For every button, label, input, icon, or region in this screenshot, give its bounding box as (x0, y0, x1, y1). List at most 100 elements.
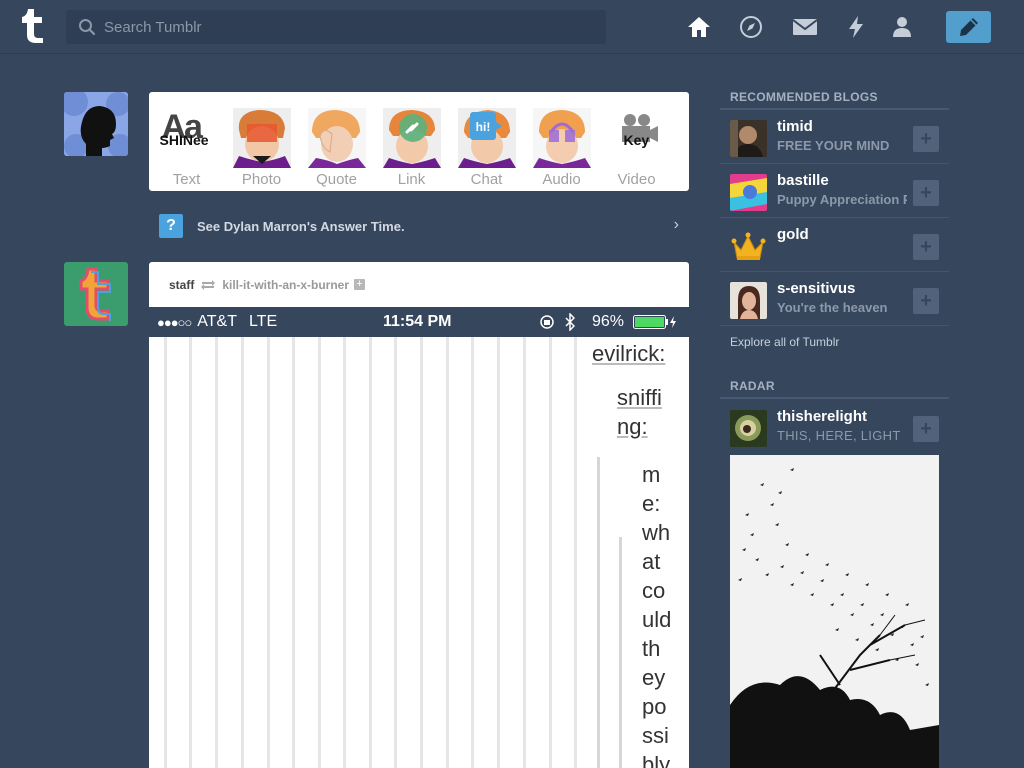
thread-text: co (642, 578, 666, 603)
reblog-icon (201, 279, 216, 290)
blog-avatar[interactable] (730, 174, 767, 211)
thread-username: ng: (617, 414, 648, 439)
blog-avatar[interactable] (730, 410, 767, 447)
thread-text: po (642, 694, 667, 719)
thread-text: uld (642, 607, 672, 632)
follow-button[interactable]: + (913, 288, 939, 314)
post-type-label: Video (617, 171, 656, 188)
explore-all-link[interactable]: Explore all of Tumblr (730, 335, 839, 349)
divider (720, 397, 949, 399)
thread-username: evilrick: (592, 341, 666, 366)
battery-icon (633, 315, 676, 329)
battery-percent: 96% (592, 313, 625, 330)
answer-time-banner[interactable]: ? See Dylan Marron's Answer Time. › (149, 210, 689, 242)
reblogged-from-link[interactable]: kill-it-with-an-x-burner (222, 278, 349, 292)
blog-description: FREE YOUR MIND (777, 138, 890, 153)
thread-text: at (642, 549, 661, 574)
follow-button[interactable]: + (913, 234, 939, 260)
video-post-icon: Key (607, 108, 666, 168)
blog-description: THIS, HERE, LIGHT (777, 428, 901, 443)
follow-plus-icon[interactable]: + (354, 279, 366, 290)
search-input[interactable] (104, 18, 584, 36)
post-type-label: Photo (241, 171, 282, 188)
post-type-label: Text (172, 171, 201, 188)
home-icon[interactable] (685, 13, 713, 41)
phone-status-bar: ●●●○○ AT&T LTE 11:54 PM 96% (149, 307, 689, 337)
post-type-photo[interactable]: Photo (224, 92, 299, 191)
activity-icon[interactable] (842, 13, 870, 41)
radar-post-image[interactable] (730, 455, 939, 768)
recommended-blog-item[interactable]: gold + (720, 218, 949, 272)
radar-blog-item[interactable]: thisherelight THIS, HERE, LIGHT + (720, 400, 949, 454)
bluetooth-icon (565, 313, 575, 331)
blog-name[interactable]: bastille (777, 172, 829, 189)
blog-avatar[interactable] (730, 120, 767, 157)
network-text: LTE (248, 313, 278, 330)
top-nav-bar (0, 0, 1024, 54)
chat-post-icon: hi! (457, 108, 516, 168)
blog-avatar[interactable] (730, 228, 767, 265)
link-post-icon (382, 108, 441, 168)
chevron-right-icon: › (673, 216, 679, 233)
signal-dots: ●●●○○ (157, 314, 192, 330)
blog-avatar[interactable] (730, 282, 767, 319)
search-icon (79, 19, 96, 36)
thread-text: wh (642, 520, 671, 545)
photo-post-icon (232, 108, 291, 168)
compose-button[interactable] (946, 11, 991, 43)
account-icon[interactable] (888, 13, 916, 41)
radar-title: RADAR (730, 379, 775, 393)
follow-button[interactable]: + (913, 126, 939, 152)
carrier-text: AT&T (197, 313, 237, 330)
text-post-icon: Aa SHINee (159, 108, 209, 148)
audio-post-icon (532, 108, 591, 168)
tumblr-logo[interactable] (16, 6, 50, 46)
blog-description: Puppy Appreciation Post (777, 192, 907, 207)
rotation-lock-icon (540, 315, 554, 329)
post-type-text[interactable]: Aa SHINee Text (149, 92, 224, 191)
recommended-blog-item[interactable]: s-ensitivus You're the heaven + (720, 272, 949, 326)
thread-username: sniffi (617, 385, 662, 410)
post-type-label: Chat (470, 171, 503, 188)
post-type-link[interactable]: Link (374, 92, 449, 191)
blog-name[interactable]: s-ensitivus (777, 280, 855, 297)
search-bar[interactable] (66, 10, 606, 44)
time-text: 11:54 PM (383, 313, 452, 330)
answer-time-text: See Dylan Marron's Answer Time. (197, 218, 405, 234)
follow-button[interactable]: + (913, 416, 939, 442)
recommended-blogs-title: RECOMMENDED BLOGS (730, 90, 878, 104)
post-type-label: Audio (542, 171, 581, 188)
user-avatar[interactable] (64, 92, 128, 156)
post-header: staff kill-it-with-an-x-burner + (149, 262, 689, 307)
dashboard-post: staff kill-it-with-an-x-burner + ●●●○○ A… (149, 262, 689, 768)
post-type-chat[interactable]: hi! Chat (449, 92, 524, 191)
thread-text: ssi (642, 723, 669, 748)
recommended-blog-item[interactable]: bastille Puppy Appreciation Post + (720, 164, 949, 218)
thread-text: e: (642, 491, 661, 516)
post-image: evilrick: sniffi ng: m e: wh at co uld t… (149, 337, 689, 768)
pencil-icon (959, 18, 978, 36)
post-type-quote[interactable]: Quote (299, 92, 374, 191)
staff-avatar[interactable] (64, 262, 128, 326)
post-author-link[interactable]: staff (169, 278, 194, 292)
blog-name[interactable]: timid (777, 118, 813, 135)
post-type-video[interactable]: Key Video (599, 92, 674, 191)
question-icon: ? (159, 214, 183, 238)
recommended-blog-item[interactable]: timid FREE YOUR MIND + (720, 110, 949, 164)
thread-text: m (642, 462, 661, 487)
thread-text: th (642, 636, 661, 661)
svg-text:hi!: hi! (475, 120, 490, 134)
blog-name[interactable]: gold (777, 226, 809, 243)
follow-button[interactable]: + (913, 180, 939, 206)
post-type-label: Link (397, 171, 426, 188)
blog-name[interactable]: thisherelight (777, 408, 867, 425)
explore-icon[interactable] (737, 13, 765, 41)
thread-text: bly (642, 752, 671, 768)
post-type-label: Quote (316, 171, 357, 188)
post-type-audio[interactable]: Audio (524, 92, 599, 191)
blog-description: You're the heaven (777, 300, 888, 315)
quote-post-icon (307, 108, 366, 168)
inbox-icon[interactable] (791, 13, 819, 41)
thread-text: ey (642, 665, 666, 690)
crown-icon (731, 232, 766, 260)
